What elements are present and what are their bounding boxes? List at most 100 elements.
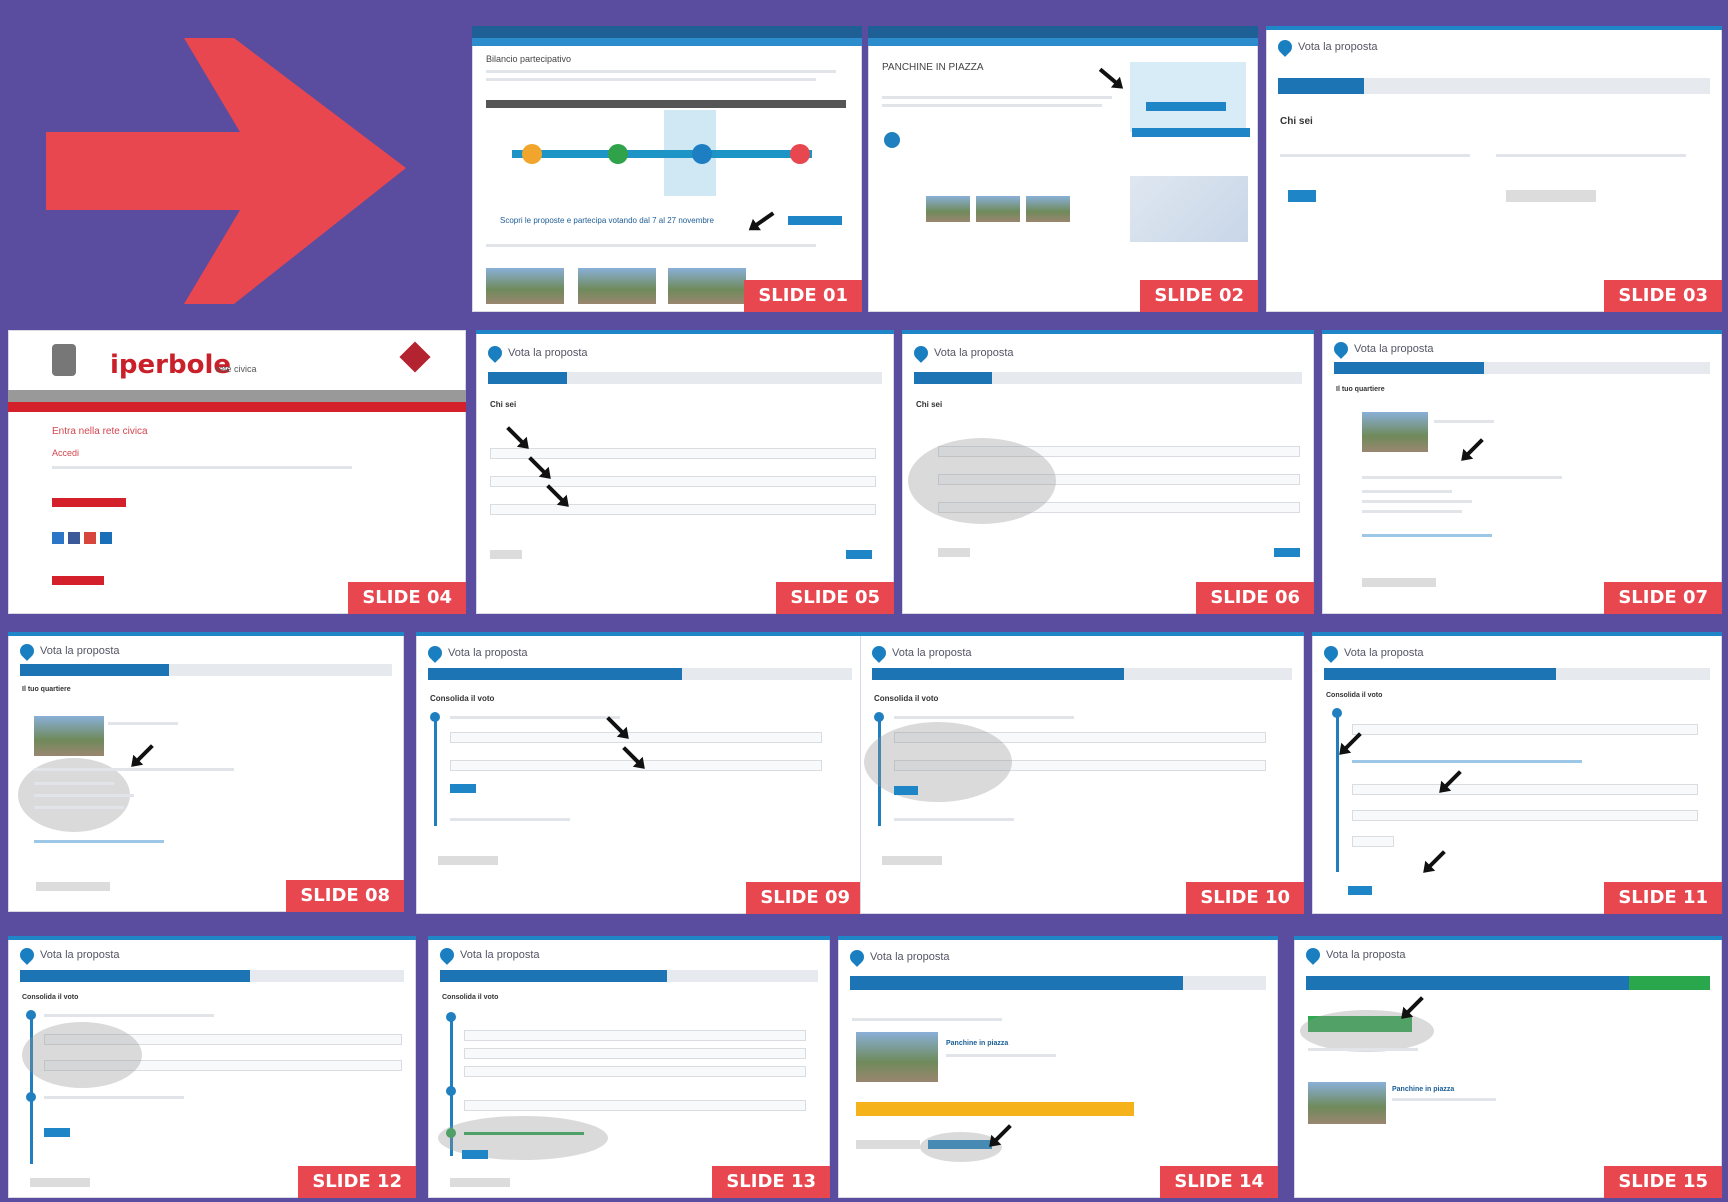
proposal-thumbnail[interactable] [34,716,104,756]
slide-11: Vota la proposta Consolida il voto SLIDE… [1312,632,1722,914]
slide-label: SLIDE 10 [1186,882,1304,914]
section-title: Consolida il voto [22,994,79,1001]
slide-label: SLIDE 03 [1604,280,1722,312]
slide-label: SLIDE 13 [712,1166,830,1198]
page-title: Vota la proposta [460,949,540,961]
slide-08: Vota la proposta Il tuo quartiere SLIDE … [8,632,404,912]
page-title: Vota la proposta [870,951,950,963]
proposal-thumbnail[interactable] [926,196,970,222]
page-title: PANCHINE IN PIAZZA [882,62,984,73]
slide-12: Vota la proposta Consolida il voto SLIDE… [8,936,416,1198]
slide-label: SLIDE 01 [744,280,862,312]
city-field[interactable] [1352,810,1698,821]
location-pin-icon [1321,643,1341,663]
pointer-arrow-icon [1340,732,1362,754]
location-pin-icon [869,643,889,663]
pointer-arrow-icon [1098,67,1122,88]
slide-14: Vota la proposta Panchine in piazza SLID… [838,936,1278,1198]
section-title: Chi sei [916,400,943,409]
proposal-thumbnail[interactable] [856,1032,938,1082]
proposal-thumbnail[interactable] [578,268,656,304]
slide-label: SLIDE 07 [1604,582,1722,614]
pointer-arrow-icon [990,1124,1012,1146]
slide-07: Vota la proposta Il tuo quartiere SLIDE … [1322,330,1722,614]
proposal-thumbnail[interactable] [1026,196,1070,222]
proposals-cta[interactable]: Scopri le proposte e partecipa votando d… [500,216,714,225]
slide-label: SLIDE 06 [1196,582,1314,614]
name-field[interactable] [490,448,876,459]
slide-01: Bilancio partecipativo Scopri le propost… [472,26,862,312]
section-title: Il tuo quartiere [1336,386,1385,393]
slide-label: SLIDE 09 [746,882,864,914]
page-title: Entra nella rete civica [52,426,148,437]
slide-13: Vota la proposta Consolida il voto SLIDE… [428,936,830,1198]
section-title: Il tuo quartiere [22,686,71,693]
proposal-thumbnail[interactable] [1308,1082,1386,1124]
location-pin-icon [437,945,457,965]
page-title: Vota la proposta [1354,343,1434,355]
slide-label: SLIDE 11 [1604,882,1722,914]
page-title: Vota la proposta [1326,949,1406,961]
slide-label: SLIDE 14 [1160,1166,1278,1198]
slide-label: SLIDE 04 [348,582,466,614]
proposal-thumbnail[interactable] [1362,412,1428,452]
section-title: Consolida il voto [430,694,495,703]
slide-label: SLIDE 12 [298,1166,416,1198]
location-pin-icon [1303,945,1323,965]
slide-03: Vota la proposta Chi sei SLIDE 03 [1266,26,1722,312]
slide-09: Vota la proposta Consolida il voto SLIDE… [416,632,864,914]
slide-label: SLIDE 02 [1140,280,1258,312]
slide-15: Vota la proposta Panchine in piazza SLID… [1294,936,1722,1198]
proposal-thumbnail[interactable] [668,268,746,304]
page-title: Vota la proposta [1298,41,1378,53]
slide-05: Vota la proposta Chi sei SLIDE 05 [476,330,894,614]
section-title: Chi sei [490,400,517,409]
pointer-arrow-icon [546,484,568,506]
pointer-arrow-icon [528,456,550,478]
page-title: Vota la proposta [40,949,120,961]
proposal-thumbnail[interactable] [976,196,1020,222]
pointer-arrow-icon [1402,996,1424,1018]
date-field[interactable] [1352,836,1394,847]
slide-02: PANCHINE IN PIAZZA SLIDE 02 [868,26,1258,312]
slide-06: Vota la proposta Chi sei SLIDE 06 [902,330,1314,614]
page-title: Vota la proposta [40,645,120,657]
slide-label: SLIDE 08 [286,880,404,912]
page-title: Vota la proposta [934,347,1014,359]
pointer-arrow-icon [1424,850,1446,872]
page-title: Vota la proposta [892,647,972,659]
location-pin-icon [17,641,37,661]
map[interactable] [1130,176,1248,242]
address-field[interactable] [1352,784,1698,795]
section-title: Consolida il voto [1326,692,1383,699]
slide-04: iperbole rete civica Entra nella rete ci… [8,330,466,614]
section-title: Accedi [52,448,80,458]
pointer-arrow-icon [506,426,528,448]
page-title: Vota la proposta [508,347,588,359]
location-pin-icon [1275,37,1295,57]
slide-10: Vota la proposta Consolida il voto SLIDE… [860,632,1304,914]
page-title: Bilancio partecipativo [486,54,572,64]
pointer-arrow-icon [750,211,775,230]
proposal-title[interactable]: Panchine in piazza [1392,1086,1454,1093]
email-field[interactable] [490,504,876,515]
pointer-arrow-icon [132,744,154,766]
proposal-title[interactable]: Panchine in piazza [946,1040,1008,1047]
brand-logo: iperbole [110,350,231,380]
phone-field[interactable] [450,732,822,743]
proposal-thumbnail[interactable] [486,268,564,304]
location-pin-icon [425,643,445,663]
location-pin-icon [1331,339,1351,359]
brand-subtitle: rete civica [216,364,257,374]
section-title: Chi sei [1280,116,1313,127]
location-pin-icon [847,947,867,967]
slide-label: SLIDE 05 [776,582,894,614]
location-pin-icon [485,343,505,363]
slide-label: SLIDE 15 [1604,1166,1722,1198]
page-title: Vota la proposta [448,647,528,659]
section-title: Consolida il voto [874,694,939,703]
pointer-arrow-icon [1462,438,1484,460]
page-title: Vota la proposta [1344,647,1424,659]
location-pin-icon [17,945,37,965]
section-title: Consolida il voto [442,994,499,1001]
